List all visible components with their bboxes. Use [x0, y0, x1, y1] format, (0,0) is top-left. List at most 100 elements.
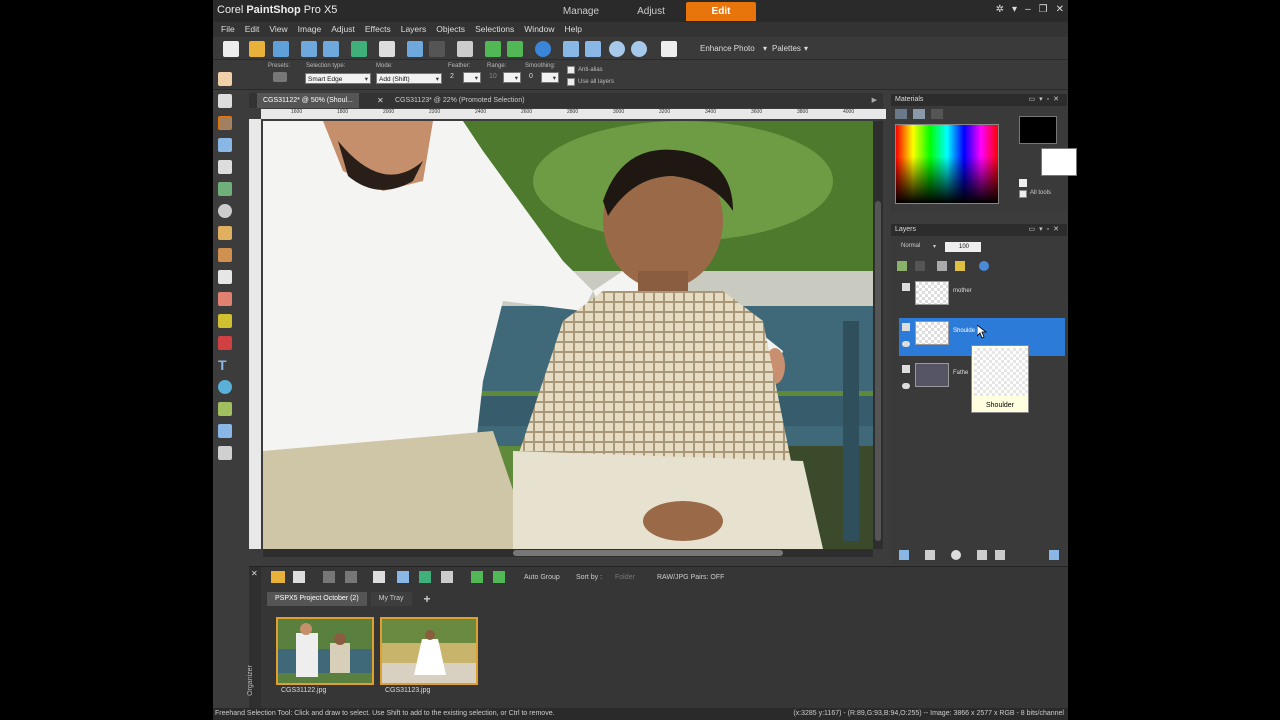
share-tray-icon[interactable] — [419, 571, 431, 583]
help-icon[interactable]: ▾ — [1012, 4, 1017, 15]
frame-tab-icon[interactable] — [895, 109, 907, 119]
restore-icon[interactable]: ❐ — [1039, 4, 1048, 15]
save-as-icon[interactable] — [323, 41, 339, 57]
mask-icon[interactable] — [915, 261, 925, 271]
swap-colors-icon[interactable] — [1019, 179, 1027, 187]
clone-brush-icon[interactable] — [218, 248, 232, 262]
enhance-photo-arrow[interactable]: ▾ — [763, 44, 767, 53]
horizontal-scrollbar[interactable] — [263, 549, 873, 557]
settings-icon[interactable]: ✲ — [996, 4, 1004, 15]
menu-layers[interactable]: Layers — [396, 22, 432, 37]
blend-mode-arrow[interactable]: ▾ — [933, 243, 936, 250]
menu-selections[interactable]: Selections — [470, 22, 519, 37]
redo-icon[interactable] — [429, 41, 445, 57]
slideshow-icon[interactable] — [441, 571, 453, 583]
palettes-arrow[interactable]: ▾ — [804, 44, 808, 53]
menu-window[interactable]: Window — [519, 22, 559, 37]
share-icon[interactable] — [351, 41, 367, 57]
menu-objects[interactable]: Objects — [431, 22, 470, 37]
menu-adjust[interactable]: Adjust — [326, 22, 360, 37]
info-icon[interactable] — [535, 41, 551, 57]
foreground-color-swatch[interactable] — [1019, 116, 1057, 144]
raw-jpg-pairs-toggle[interactable]: RAW/JPG Pairs: OFF — [657, 574, 724, 581]
duplicate-layer-icon[interactable] — [977, 550, 987, 560]
menu-view[interactable]: View — [264, 22, 292, 37]
mask-layer-icon[interactable] — [951, 550, 961, 560]
add-tab-button[interactable]: + — [416, 592, 439, 606]
freehand-selection-tool-icon[interactable] — [218, 116, 232, 130]
background-color-swatch[interactable] — [1041, 148, 1077, 176]
text-tool-icon[interactable]: T — [218, 358, 232, 372]
adjustment-layer-icon[interactable] — [925, 550, 935, 560]
menu-image[interactable]: Image — [293, 22, 327, 37]
thumbnail-cgs31123[interactable] — [380, 617, 478, 685]
link-icon[interactable] — [937, 261, 947, 271]
tab-my-tray[interactable]: My Tray — [370, 592, 412, 606]
print-icon[interactable] — [379, 41, 395, 57]
palettes-menu[interactable]: Palettes — [772, 44, 801, 53]
organizer-close-icon[interactable]: ✕ — [251, 569, 258, 578]
copy-icon[interactable] — [661, 41, 677, 57]
close-icon[interactable]: ✕ — [1056, 4, 1064, 15]
close-tab-icon[interactable]: ✕ — [377, 96, 384, 105]
lock-icon[interactable] — [955, 261, 965, 271]
makeover-tool-icon[interactable] — [218, 226, 232, 240]
delete-layer-icon[interactable] — [995, 550, 1005, 560]
image-canvas[interactable] — [263, 121, 873, 549]
antialias-checkbox[interactable] — [567, 66, 575, 74]
auto-group-button[interactable]: Auto Group — [524, 574, 560, 581]
new-file-icon[interactable] — [223, 41, 239, 57]
browse-icon[interactable] — [273, 41, 289, 57]
preset-shape-icon[interactable] — [218, 380, 232, 394]
open-folder-icon[interactable] — [249, 41, 265, 57]
capture-icon[interactable] — [397, 571, 409, 583]
use-all-layers-checkbox[interactable] — [567, 78, 575, 86]
tab-edit[interactable]: Edit — [686, 2, 756, 21]
eraser-tool-icon[interactable] — [218, 292, 232, 306]
tab-document-cgs31122[interactable]: CGS31122* @ 50% (Shoul... — [257, 93, 359, 108]
dropper-tool-icon[interactable] — [218, 138, 232, 152]
warp-brush-icon[interactable] — [218, 424, 232, 438]
menu-help[interactable]: Help — [560, 22, 587, 37]
horizontal-scroll-thumb[interactable] — [513, 550, 783, 556]
minimize-icon[interactable]: – — [1025, 4, 1031, 15]
feather-stepper[interactable] — [463, 72, 481, 84]
selection-type-select[interactable]: Smart Edge — [305, 73, 371, 85]
menu-file[interactable]: File — [216, 22, 240, 37]
fit-window-icon[interactable] — [585, 41, 601, 57]
pick-tool-icon[interactable] — [218, 94, 232, 108]
vertical-scroll-thumb[interactable] — [875, 201, 881, 541]
new-raster-layer-icon[interactable] — [897, 261, 907, 271]
save-icon[interactable] — [301, 41, 317, 57]
new-layer-icon[interactable] — [899, 550, 909, 560]
flood-fill-icon[interactable] — [218, 314, 232, 328]
range-stepper[interactable] — [503, 72, 521, 84]
tab-manage[interactable]: Manage — [546, 2, 616, 21]
crop-tool-icon[interactable] — [218, 160, 232, 174]
feather-value[interactable]: 2 — [450, 73, 454, 80]
view-list-icon[interactable] — [293, 571, 305, 583]
red-eye-tool-icon[interactable] — [218, 204, 232, 218]
pen-tool-icon[interactable] — [218, 402, 232, 416]
menu-edit[interactable]: Edit — [240, 22, 265, 37]
actual-size-icon[interactable] — [563, 41, 579, 57]
opacity-field[interactable]: 100 — [945, 242, 981, 252]
sort-by-select[interactable]: Folder — [615, 574, 635, 581]
layer-options-icon[interactable] — [1049, 550, 1059, 560]
undo-icon[interactable] — [407, 41, 423, 57]
enhance-photo-menu[interactable]: Enhance Photo — [700, 44, 755, 53]
thumbnail-cgs31122[interactable] — [276, 617, 374, 685]
menu-effects[interactable]: Effects — [360, 22, 396, 37]
vertical-scrollbar[interactable] — [873, 121, 883, 549]
smoothing-stepper[interactable] — [541, 72, 559, 84]
layers-panel-controls[interactable]: ▭▾▫✕ — [1029, 224, 1063, 236]
layer-style-icon[interactable] — [979, 261, 989, 271]
blend-mode-select[interactable]: Normal — [901, 243, 920, 249]
full-screen-icon[interactable] — [457, 41, 473, 57]
rainbow-tab-icon[interactable] — [913, 109, 925, 119]
color-spectrum-picker[interactable] — [895, 124, 999, 204]
mesh-warp-icon[interactable] — [218, 446, 232, 460]
straighten-tool-icon[interactable] — [218, 182, 232, 196]
person-tag-icon[interactable] — [373, 571, 385, 583]
visibility-eye-icon[interactable] — [902, 341, 910, 347]
